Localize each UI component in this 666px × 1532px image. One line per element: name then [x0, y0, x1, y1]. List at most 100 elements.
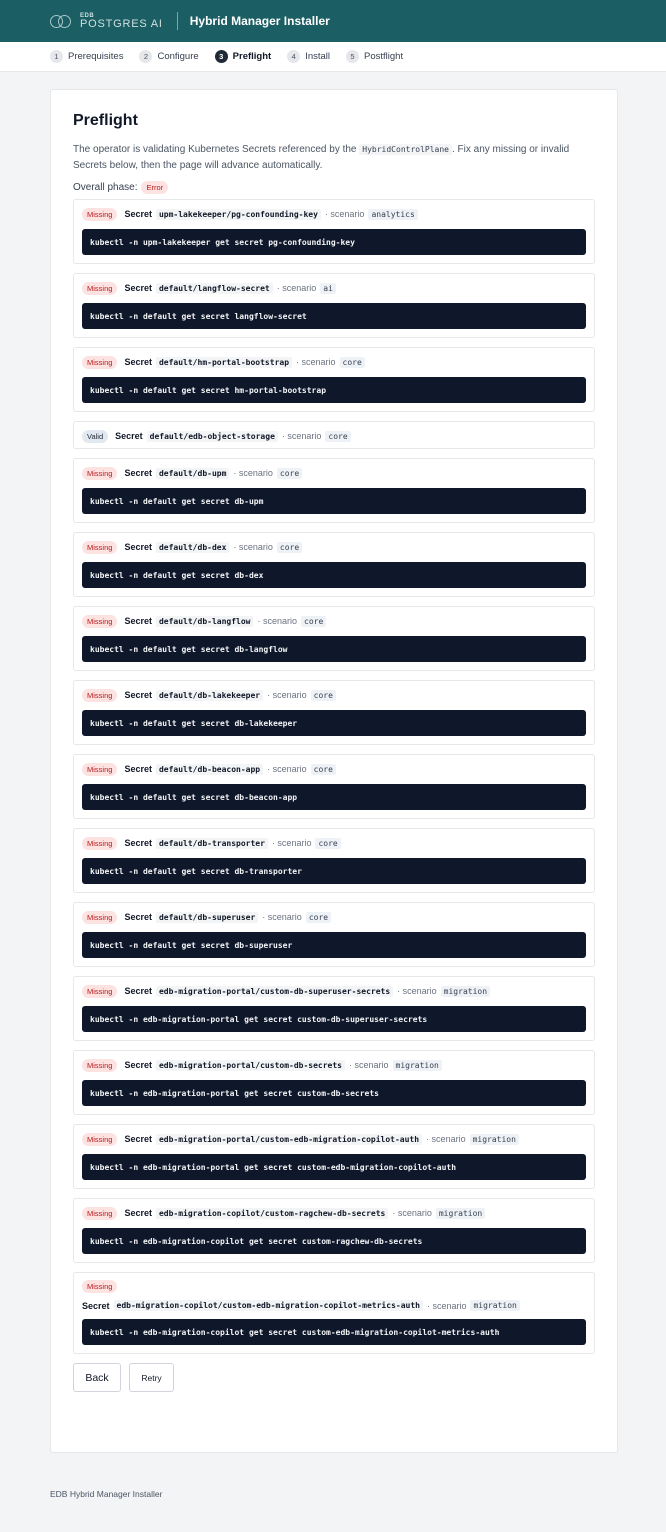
secret-list: Missing Secret upm-lakekeeper/pg-confoundi… [73, 199, 595, 1354]
step-prerequisites[interactable]: 1 Prerequisites [50, 50, 123, 63]
kubectl-command[interactable]: kubectl -n default get secret db-transpo… [82, 858, 586, 884]
scenario-label: · scenario [233, 468, 273, 478]
scenario-label: · scenario [276, 283, 317, 293]
secret-name: default/db-lakekeeper [155, 689, 264, 701]
kubectl-command[interactable]: kubectl -n default get secret db-superus… [82, 932, 586, 958]
step-postflight[interactable]: 5 Postflight [346, 50, 403, 63]
secret-status-badge: Missing [82, 207, 118, 221]
scenario-label: · scenario [281, 431, 322, 441]
logo-brand-text: POSTGRES AI [80, 17, 163, 30]
secret-label: Secret [124, 1060, 152, 1070]
kubectl-command[interactable]: kubectl -n edb-migration-portal get secr… [82, 1080, 586, 1106]
secret-item-header: Missing Secret edb-migration-portal/custom… [82, 1132, 586, 1146]
secret-label: Secret [124, 690, 152, 700]
step-number: 5 [346, 50, 360, 63]
step-label: Prerequisites [68, 51, 124, 62]
kubectl-command[interactable]: kubectl -n edb-migration-portal get secr… [82, 1006, 586, 1032]
edb-postgres-ai-logo: EDB POSTGRES AI [50, 12, 163, 30]
secret-item: Missing Secret edb-migration-portal/custom… [73, 1050, 595, 1115]
secret-item: Missing Secret default/db-upm · scenario cor… [73, 458, 595, 523]
scenario-value: core [276, 541, 303, 553]
scenario-value: core [325, 430, 351, 442]
scenario-value: migration [440, 985, 491, 997]
step-label: Preflight [232, 51, 272, 62]
scenario-value: migration [469, 1133, 519, 1145]
scenario-label: · scenario [233, 542, 273, 552]
secret-label: Secret [124, 1134, 152, 1144]
secret-item-header: Missing Secret edb-migration-portal/custom… [82, 984, 586, 998]
scenario-label: · scenario [262, 912, 302, 922]
scenario-label: · scenario [397, 986, 437, 996]
actions-bar: Back Retry [73, 1363, 595, 1392]
desc-text-start: The operator is validating Kubernetes Se… [73, 144, 360, 155]
step-install[interactable]: 4 Install [287, 50, 330, 63]
secret-status-badge: Missing [82, 762, 118, 776]
secret-item-header: Valid Secret default/edb-object-storage · s… [82, 429, 586, 443]
secret-item: Missing Secret default/langflow-secret · sc… [73, 273, 595, 338]
scenario-value: core [315, 837, 341, 849]
secret-item: Missing Secret edb-migration-portal/custom… [73, 976, 595, 1041]
kubectl-command[interactable]: kubectl -n default get secret langflow-s… [82, 303, 586, 329]
retry-button[interactable]: Retry [129, 1363, 174, 1392]
secret-item: Missing Secret default/db-dex · scenario cor… [73, 532, 595, 597]
kubectl-command[interactable]: kubectl -n default get secret db-beacon-… [82, 784, 586, 810]
scenario-label: · scenario [257, 616, 297, 626]
step-preflight[interactable]: 3 Preflight [214, 50, 272, 63]
secret-label: Secret [124, 357, 152, 367]
scenario-label: · scenario [426, 1300, 467, 1311]
kubectl-command[interactable]: kubectl -n upm-lakekeeper get secret pg-… [82, 229, 586, 255]
secret-status-badge: Missing [82, 836, 118, 850]
secret-status-badge: Missing [82, 688, 118, 702]
scenario-value: core [276, 467, 303, 479]
secret-status-badge: Missing [82, 466, 118, 480]
secret-label: Secret [124, 468, 152, 478]
top-bar: EDB POSTGRES AI Hybrid Manager Installer [0, 0, 666, 42]
scenario-label: · scenario [271, 838, 312, 848]
secret-name: upm-lakekeeper/pg-confounding-key [155, 208, 321, 220]
secret-name: default/db-upm [155, 467, 230, 479]
phase-status-badge: Error [141, 180, 169, 194]
secret-item: Missing Secret edb-migration-copilot/custo… [73, 1198, 595, 1263]
secret-status-badge: Missing [82, 1058, 118, 1072]
secret-item-header: Missing Secret default/db-transporter · sce… [82, 836, 586, 850]
secret-label: Secret [124, 542, 152, 552]
step-number: 2 [139, 50, 153, 63]
preflight-card: Preflight The operator is validating Kub… [50, 89, 618, 1453]
scenario-value: analytics [368, 208, 418, 220]
secret-name: default/db-transporter [155, 837, 268, 849]
kubectl-command[interactable]: kubectl -n default get secret db-dex [82, 562, 586, 588]
kubectl-command[interactable]: kubectl -n default get secret db-lakekee… [82, 710, 586, 736]
step-label: Install [305, 51, 331, 62]
secret-label: Secret [124, 986, 152, 996]
kubectl-command[interactable]: kubectl -n default get secret db-langflo… [82, 636, 586, 662]
kubectl-command[interactable]: kubectl -n default get secret hm-portal-… [82, 377, 586, 403]
logo-mark-icon [50, 12, 74, 30]
secret-item: Missing Secret upm-lakekeeper/pg-confoundi… [73, 199, 595, 264]
secret-name: edb-migration-copilot/custom-edb-migrati… [113, 1300, 423, 1311]
secret-label: Secret [124, 1208, 152, 1218]
back-button[interactable]: Back [73, 1363, 121, 1392]
secret-status-badge: Missing [82, 1280, 118, 1293]
secret-item-header: Missing Secret default/db-superuser · scena… [82, 910, 586, 924]
secret-item: Missing Secret default/db-superuser · scena… [73, 902, 595, 967]
kubectl-command[interactable]: kubectl -n default get secret db-upm [82, 488, 586, 514]
secret-item-header: Missing Secret default/db-lakekeeper · scen… [82, 688, 586, 702]
secret-label: Secret [124, 616, 152, 626]
header-divider [176, 12, 178, 30]
secret-item-header: Missing Secret default/db-upm · scenario cor… [82, 466, 586, 480]
scenario-label: · scenario [267, 764, 307, 774]
step-configure[interactable]: 2 Configure [139, 50, 199, 63]
secret-status-badge: Missing [82, 355, 118, 369]
secret-label: Secret [124, 838, 152, 848]
step-label: Configure [157, 51, 199, 62]
secret-item-header: Missing Secret upm-lakekeeper/pg-confoundi… [82, 207, 586, 221]
phase-label: Overall phase: [73, 181, 138, 193]
secret-item: Missing Secret default/db-lakekeeper · scen… [73, 680, 595, 745]
kubectl-command[interactable]: kubectl -n edb-migration-copilot get sec… [82, 1319, 586, 1345]
kubectl-command[interactable]: kubectl -n edb-migration-copilot get sec… [82, 1228, 586, 1254]
secret-item-header: Missing Secret edb-migration-copilot/custo… [82, 1206, 586, 1220]
secret-item-header: Missing Secret edb-migration-portal/custom… [82, 1058, 586, 1072]
secret-name: edb-migration-portal/custom-db-secrets [155, 1059, 345, 1071]
kubectl-command[interactable]: kubectl -n edb-migration-portal get secr… [82, 1154, 586, 1180]
secret-item-header: Missing Secret default/langflow-secret · sc… [82, 281, 586, 295]
